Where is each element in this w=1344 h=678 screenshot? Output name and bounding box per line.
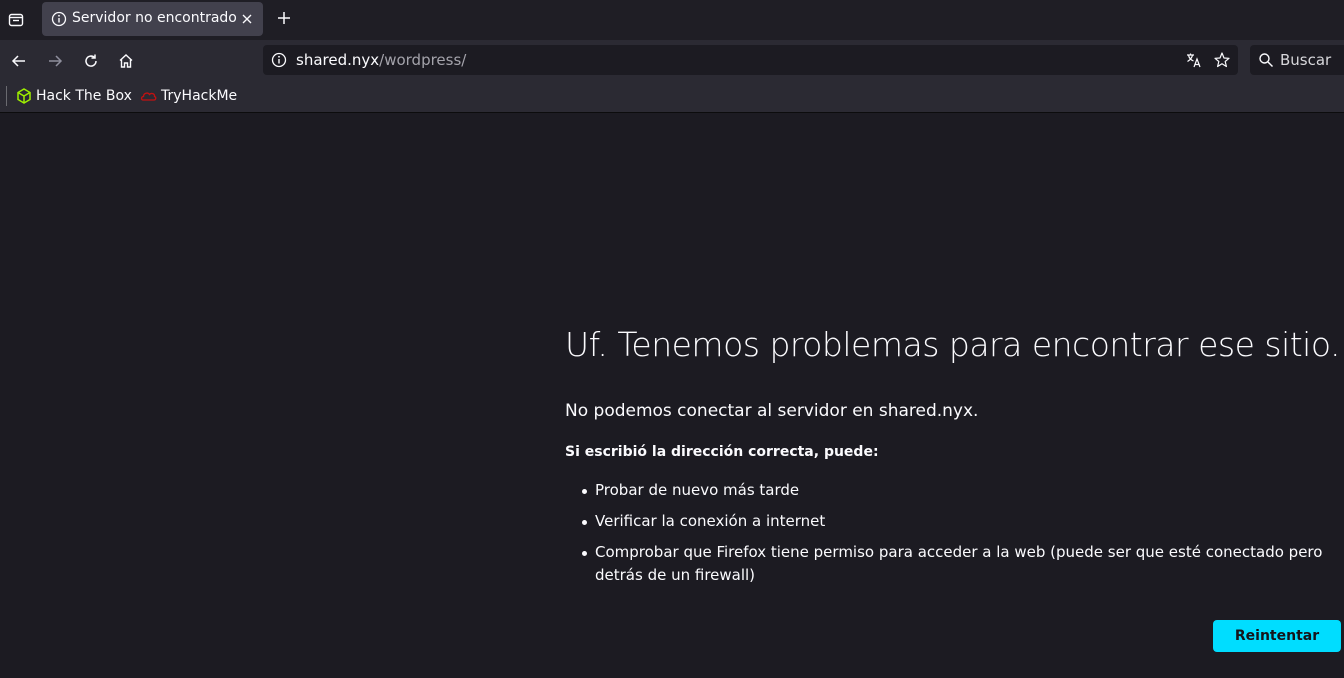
home-icon[interactable] (117, 52, 135, 70)
reload-icon[interactable] (82, 52, 100, 70)
forward-icon[interactable] (46, 52, 64, 70)
tab-active[interactable]: Servidor no encontrado (42, 2, 263, 36)
search-box[interactable]: Buscar (1250, 45, 1344, 75)
bookmark-label: Hack The Box (36, 88, 132, 104)
back-icon[interactable] (10, 52, 28, 70)
close-tab-icon[interactable] (241, 13, 253, 25)
url-path: /wordpress/ (379, 51, 467, 69)
search-placeholder: Buscar (1280, 51, 1332, 69)
retry-button[interactable]: Reintentar (1213, 620, 1341, 652)
bookmark-hack-the-box[interactable]: Hack The Box (16, 86, 132, 106)
list-item: Probar de nuevo más tarde (580, 479, 1344, 502)
tab-bar: Servidor no encontrado (0, 0, 1344, 40)
list-item: Comprobar que Firefox tiene permiso para… (580, 541, 1344, 587)
search-icon (1259, 53, 1274, 68)
list-item: Verificar la conexión a internet (580, 510, 1344, 533)
translate-icon[interactable] (1185, 51, 1203, 69)
error-page: Uf. Tenemos problemas para encontrar ese… (0, 113, 1344, 678)
error-suggestions-list: Probar de nuevo más tarde Verificar la c… (580, 479, 1344, 595)
tab-list-icon (8, 13, 24, 27)
tryhackme-icon (140, 92, 157, 101)
error-description: No podemos conectar al servidor en share… (565, 401, 979, 421)
new-tab-icon[interactable] (276, 10, 292, 26)
url-host: shared.nyx (296, 51, 380, 69)
bookmarks-separator (6, 86, 7, 106)
error-title: Uf. Tenemos problemas para encontrar ese… (565, 325, 1340, 364)
tab-title: Servidor no encontrado (72, 10, 237, 26)
hackthebox-icon (17, 88, 31, 104)
url-text: shared.nyx/wordpress/ (296, 51, 466, 69)
info-icon (51, 11, 67, 27)
bookmarks-toolbar: Hack The Box TryHackMe (0, 80, 1344, 113)
bookmark-label: TryHackMe (161, 88, 238, 104)
url-bar[interactable]: shared.nyx/wordpress/ (263, 45, 1238, 75)
error-suggestions-heading: Si escribió la dirección correcta, puede… (565, 444, 879, 460)
bookmark-star-icon[interactable] (1213, 51, 1231, 69)
site-info-icon[interactable] (271, 52, 287, 68)
bookmark-tryhackme[interactable]: TryHackMe (140, 86, 237, 106)
list-all-tabs-button[interactable] (0, 0, 32, 38)
